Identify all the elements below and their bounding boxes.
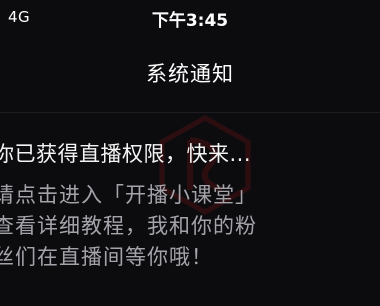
status-time: 下午3:45 [151, 11, 229, 31]
message-body-line: 查看详细教程，我和你的粉 [0, 214, 257, 238]
notification-message[interactable]: 你已获得直播权限，快来... 请点击进入「开播小课堂」 查看详细教程，我和你的粉… [0, 140, 380, 273]
message-body-line: 请点击进入「开播小课堂」 [0, 183, 257, 207]
message-body: 请点击进入「开播小课堂」 查看详细教程，我和你的粉 丝们在直播间等你哦！ [0, 180, 380, 273]
message-body-line: 丝们在直播间等你哦！ [0, 245, 213, 269]
message-headline: 你已获得直播权限，快来... [0, 142, 252, 166]
status-bar: 4G 下午3:45 [0, 0, 380, 34]
page-title: 系统通知 [146, 62, 234, 86]
